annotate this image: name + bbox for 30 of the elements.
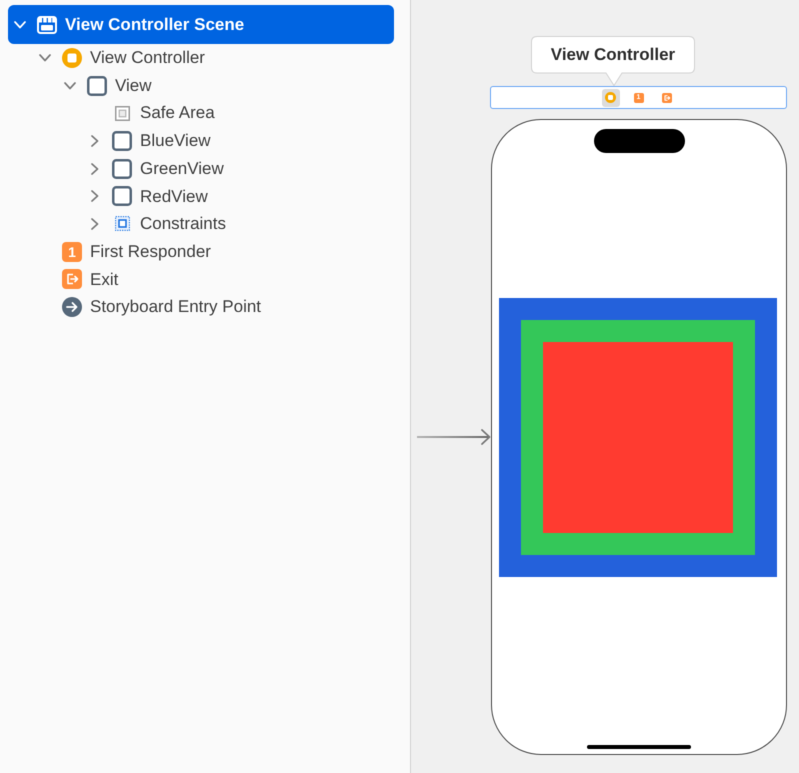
square-icon (112, 158, 132, 179)
arrow-circle-icon (62, 297, 82, 318)
dotted-square-icon (114, 216, 130, 232)
exit-icon (62, 269, 82, 290)
tree-item[interactable]: View (8, 72, 394, 100)
square-icon (87, 76, 107, 96)
window-icon (37, 16, 57, 34)
chevron-right-icon[interactable] (91, 162, 99, 175)
chevron-right-icon[interactable] (91, 134, 99, 147)
tree-item[interactable]: Constraints (8, 210, 394, 238)
chevron-right-icon[interactable] (91, 190, 99, 202)
square-icon (112, 130, 132, 151)
tree-item[interactable]: RedView (8, 182, 394, 210)
square-icon (112, 186, 132, 206)
tree-item[interactable]: View Controller (8, 44, 394, 72)
tree-item[interactable]: View Controller Scene (8, 5, 394, 44)
number-icon: 1 (62, 242, 82, 262)
tree-item[interactable]: GreenView (8, 154, 394, 182)
tree-item[interactable]: Storyboard Entry Point (8, 293, 394, 321)
tree-item[interactable]: Exit (8, 266, 394, 294)
chevron-down-icon[interactable] (39, 54, 51, 62)
chevron-down-icon[interactable] (64, 82, 76, 90)
tree-item[interactable]: Safe Area (8, 99, 394, 128)
tree-item[interactable]: 1 First Responder (8, 238, 394, 266)
nested-square-icon (114, 106, 130, 121)
tree-item[interactable]: BlueView (8, 127, 394, 155)
tooltip: View Controller (531, 36, 695, 86)
circle-square-icon (605, 92, 616, 103)
exit-icon (662, 92, 672, 102)
chevron-right-icon[interactable] (91, 218, 99, 230)
